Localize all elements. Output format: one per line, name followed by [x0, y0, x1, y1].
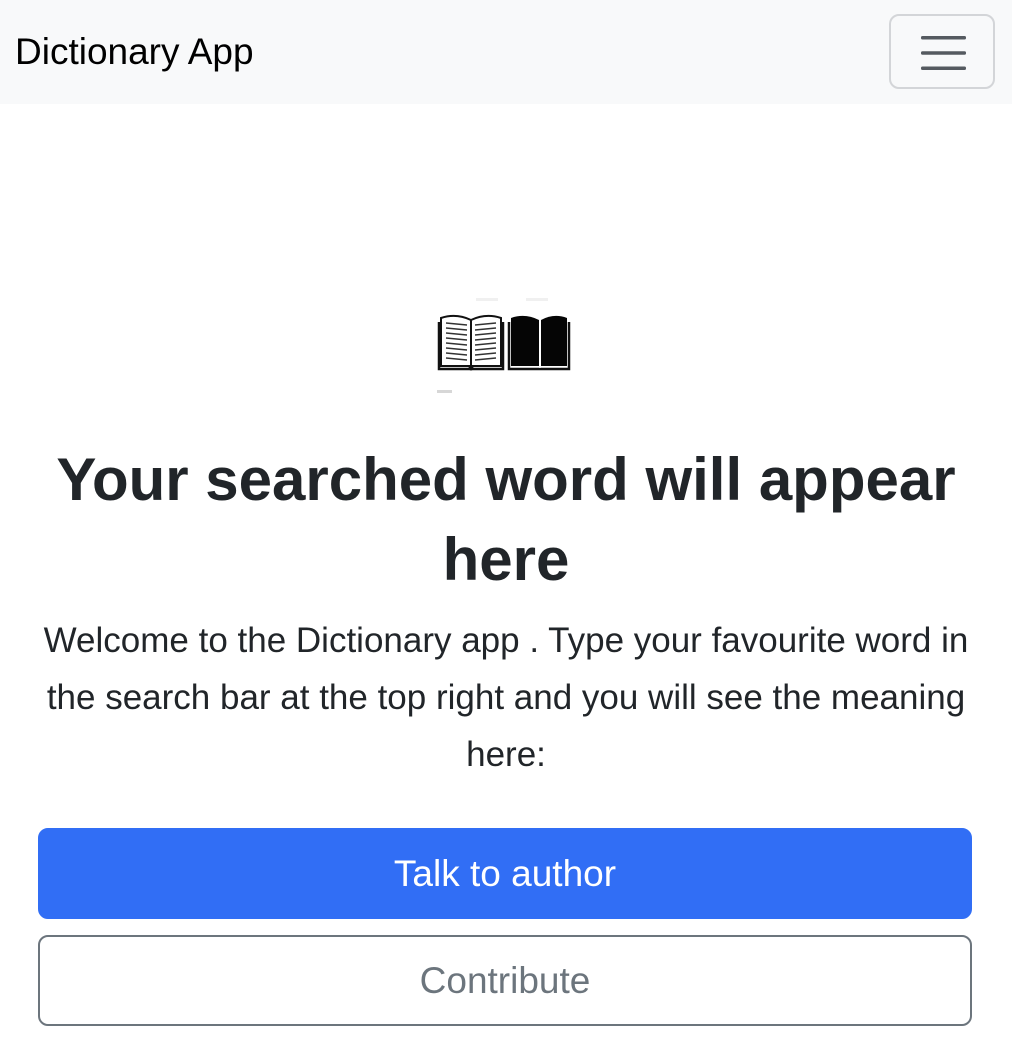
open-book-icon: [437, 298, 571, 393]
navbar-toggler-button[interactable]: [889, 14, 995, 89]
contribute-button[interactable]: Contribute: [38, 935, 972, 1026]
talk-to-author-button[interactable]: Talk to author: [38, 828, 972, 919]
hamburger-menu-icon: [921, 36, 966, 70]
page-title: Your searched word will appear here: [56, 446, 956, 593]
navbar: Dictionary App: [0, 0, 1012, 104]
brand-link[interactable]: Dictionary App: [15, 28, 254, 76]
welcome-text: Welcome to the Dictionary app . Type you…: [43, 621, 969, 774]
